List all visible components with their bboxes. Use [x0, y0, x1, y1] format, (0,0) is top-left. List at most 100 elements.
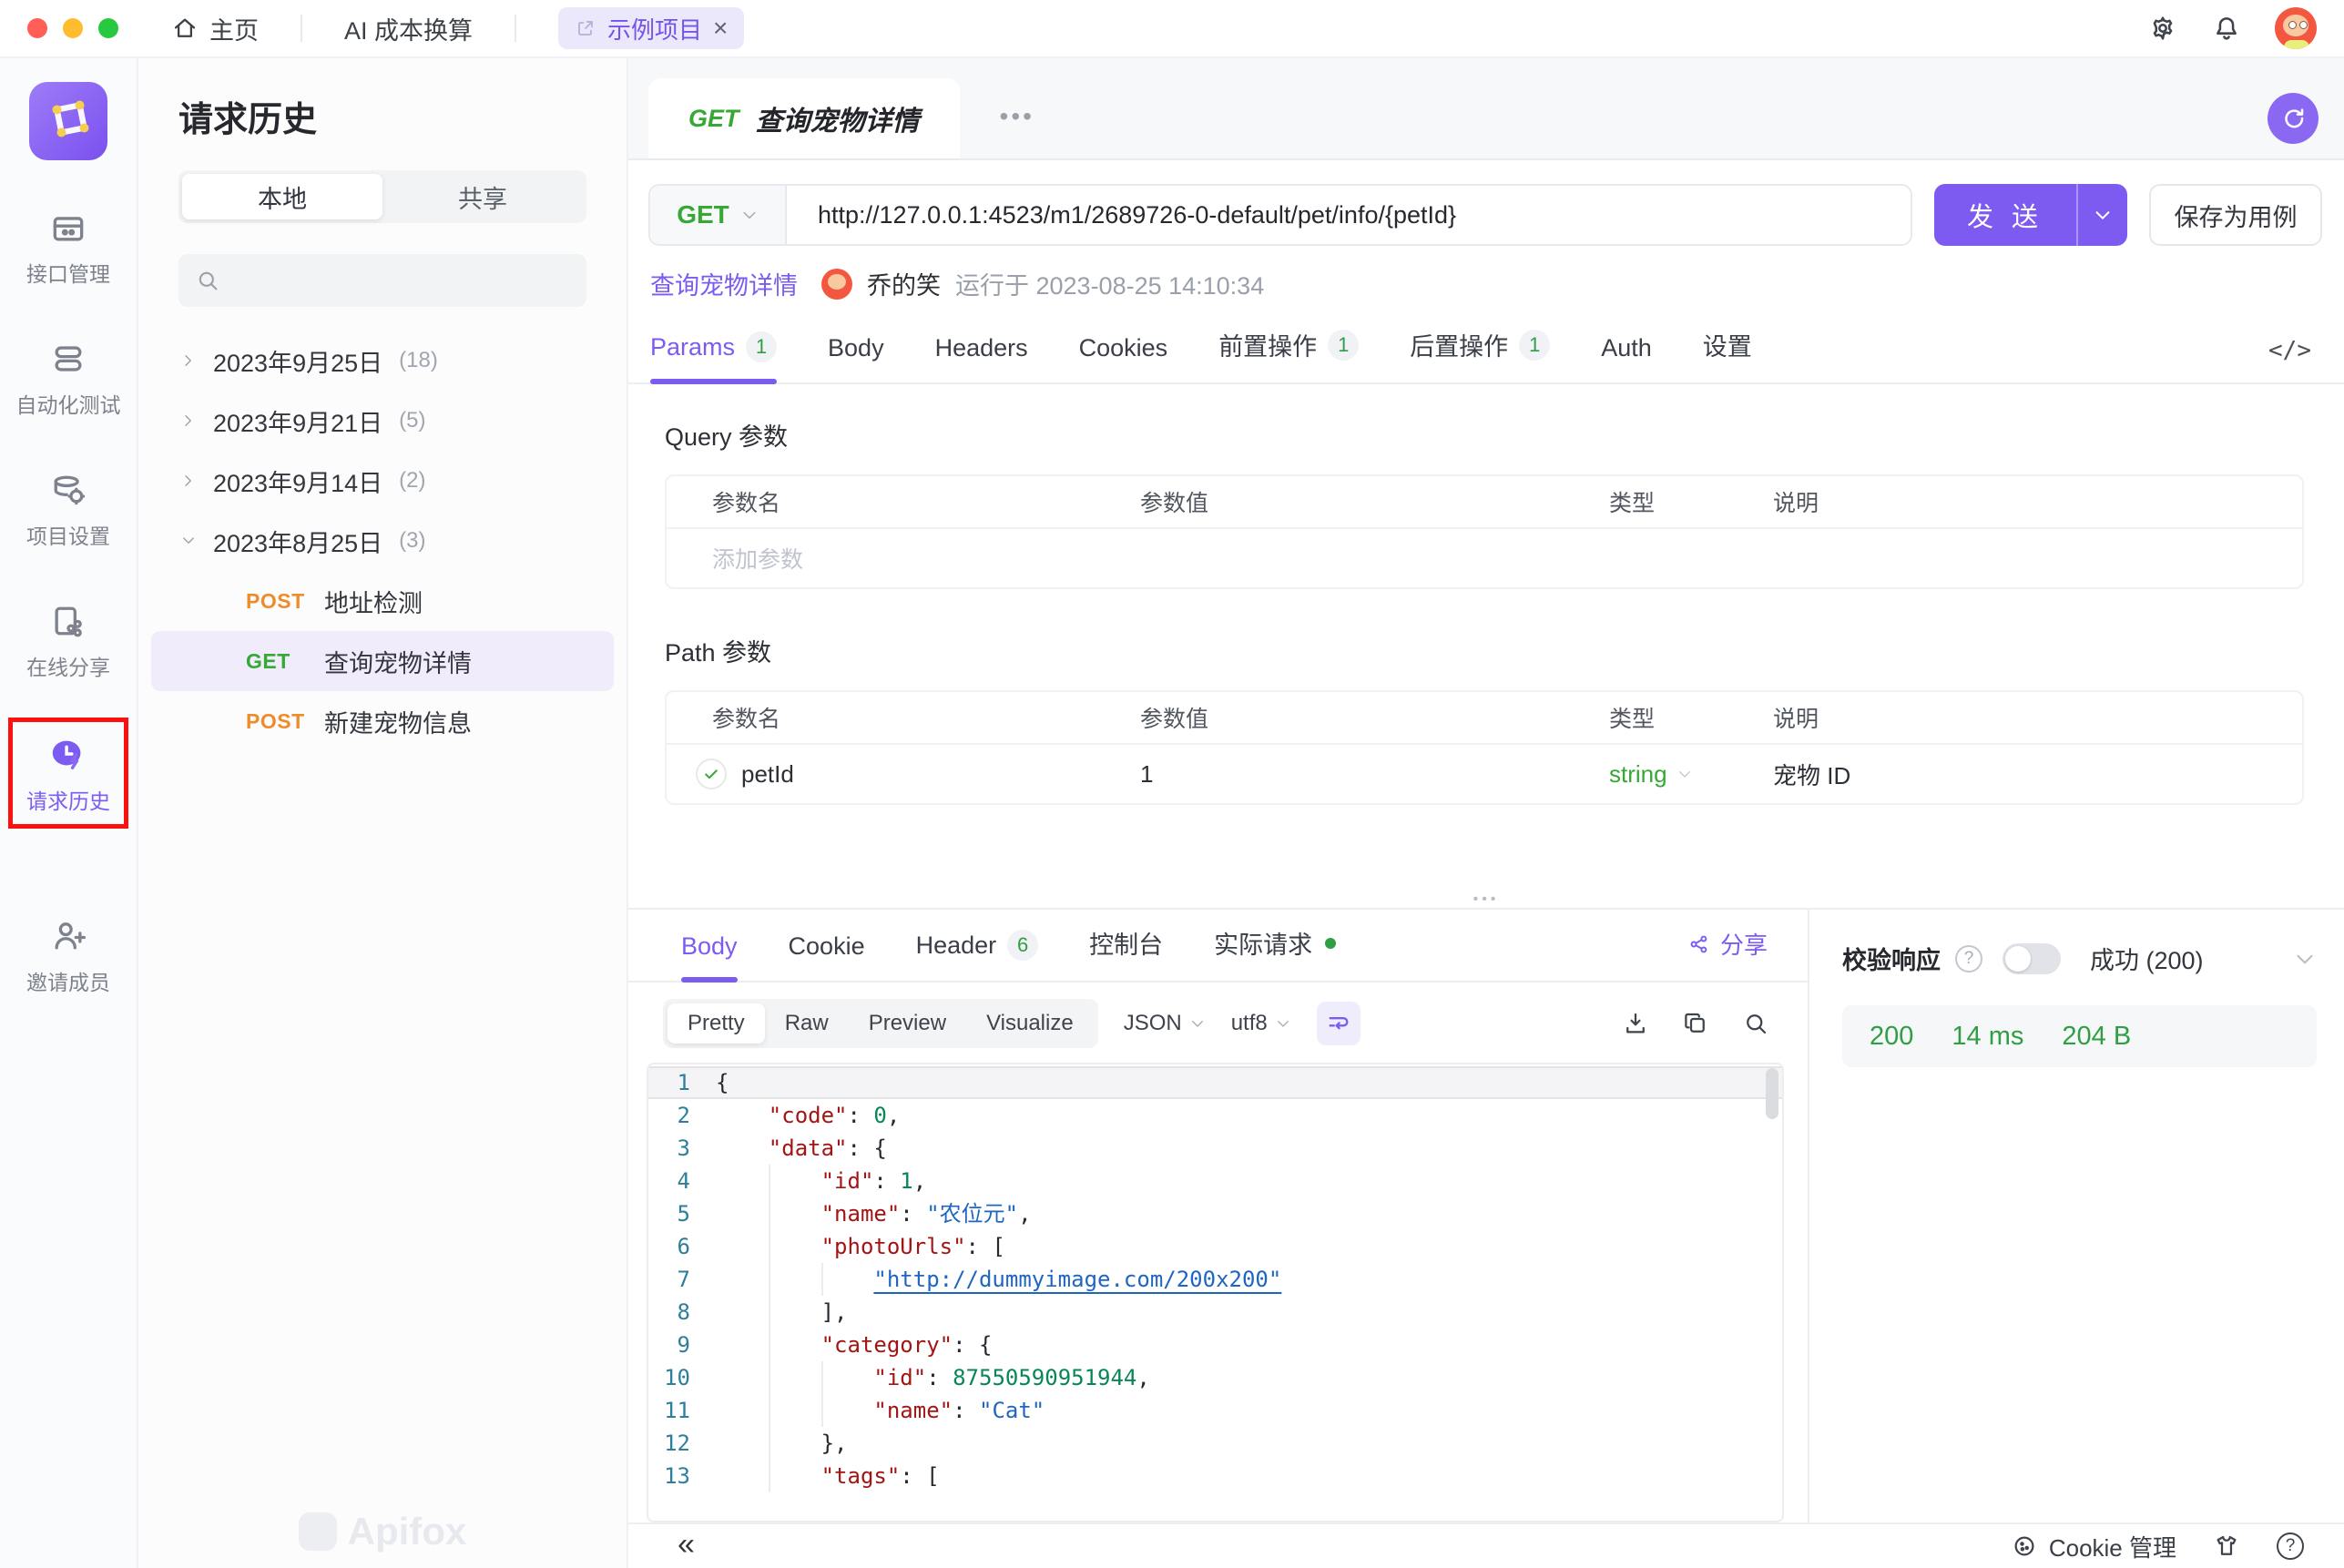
response-body-editor[interactable]: 1{2"code": 0,3"data": {4"id": 1,5"name":… [647, 1063, 1784, 1522]
sidebar-item-request-history[interactable]: 请求历史 [26, 733, 110, 815]
url-input[interactable]: http://127.0.0.1:4523/m1/2689726-0-defau… [787, 186, 1911, 244]
sidebar-item-online-share[interactable]: 在线分享 [26, 601, 110, 681]
request-tab[interactable]: GET 查询宠物详情 [648, 78, 960, 158]
sidebar-item-invite-members[interactable]: 邀请成员 [26, 916, 110, 996]
chevron-down-icon[interactable] [2293, 947, 2317, 971]
tab-headers[interactable]: Headers [935, 334, 1028, 382]
history-request-item[interactable]: POST 地址检测 [151, 571, 614, 631]
collapse-panel-icon[interactable]: « [678, 1529, 695, 1560]
table-row: petId 1 string 宠物 ID [667, 743, 2302, 803]
format-raw[interactable]: Raw [765, 1003, 849, 1044]
history-group[interactable]: 2023年9月14日 (2) [138, 451, 627, 511]
sidebar-item-label: 在线分享 [26, 650, 110, 681]
param-type-select[interactable]: string [1609, 760, 1773, 789]
cookie-icon [2011, 1532, 2038, 1560]
theme-shirt-icon[interactable] [2213, 1532, 2240, 1560]
send-button[interactable]: 发 送 [1934, 184, 2127, 246]
download-icon[interactable] [1622, 1010, 1649, 1037]
encoding-select[interactable]: utf8 [1231, 1011, 1291, 1036]
sidebar-item-automated-testing[interactable]: 自动化测试 [16, 339, 121, 419]
tab-cookies[interactable]: Cookies [1079, 334, 1168, 382]
more-tabs-icon[interactable]: ••• [1000, 102, 1034, 131]
format-preview[interactable]: Preview [849, 1003, 966, 1044]
notifications-bell-icon[interactable] [2211, 13, 2242, 44]
tab-auth[interactable]: Auth [1601, 334, 1652, 382]
maximize-window-button[interactable] [98, 18, 118, 38]
path-params-table: 参数名 参数值 类型 说明 petId 1 [665, 690, 2304, 805]
history-group[interactable]: 2023年9月21日 (5) [138, 391, 627, 451]
language-select[interactable]: JSON [1124, 1011, 1206, 1036]
method-select[interactable]: GET [650, 186, 787, 244]
window-controls[interactable] [27, 18, 118, 38]
sidebar-item-project-settings[interactable]: 项目设置 [26, 470, 110, 550]
share-icon [1687, 932, 1711, 956]
ai-cost-nav[interactable]: AI 成本换算 [344, 11, 473, 46]
user-avatar[interactable] [2275, 7, 2317, 49]
tab-response-header[interactable]: Header 6 [916, 930, 1039, 981]
close-project-tab-icon[interactable]: × [713, 15, 728, 41]
send-options-caret[interactable] [2076, 184, 2127, 246]
chevron-down-icon [180, 533, 197, 549]
history-request-item-selected[interactable]: GET 查询宠物详情 [151, 631, 614, 691]
code-line: 8], [648, 1296, 1782, 1329]
param-enabled-check[interactable] [696, 759, 727, 789]
word-wrap-toggle[interactable] [1317, 1002, 1361, 1045]
home-nav[interactable]: 主页 [171, 11, 259, 46]
settings-gear-icon[interactable] [2147, 13, 2178, 44]
tab-body[interactable]: Body [828, 334, 884, 382]
tab-settings[interactable]: 设置 [1703, 327, 1752, 382]
param-value[interactable]: 1 [1140, 760, 1609, 789]
tab-response-body[interactable]: Body [681, 932, 738, 981]
code-line: 11"name": "Cat" [648, 1394, 1782, 1427]
code-line: 6"photoUrls": [ [648, 1230, 1782, 1263]
path-params-title: Path 参数 [665, 633, 2304, 668]
cookie-manager-button[interactable]: Cookie 管理 [2011, 1530, 2176, 1563]
add-param-row[interactable]: 添加参数 [667, 527, 2302, 587]
tab-shared[interactable]: 共享 [382, 174, 583, 219]
run-timestamp: 运行于 2023-08-25 14:10:34 [955, 266, 1264, 301]
history-group[interactable]: 2023年8月25日 (3) [138, 511, 627, 571]
tab-response-cookie[interactable]: Cookie [789, 932, 865, 981]
params-count-badge: 1 [746, 331, 777, 362]
tab-local[interactable]: 本地 [182, 174, 382, 219]
help-icon[interactable]: ? [2277, 1532, 2304, 1560]
app-logo[interactable] [29, 82, 107, 160]
sidebar-item-api-management[interactable]: 接口管理 [26, 208, 110, 288]
validate-response-toggle[interactable] [2003, 943, 2061, 974]
tab-params[interactable]: Params 1 [650, 331, 777, 382]
sync-button[interactable] [2268, 93, 2319, 144]
tab-actual-request[interactable]: 实际请求 [1214, 925, 1336, 981]
scrollbar-thumb[interactable] [1766, 1068, 1778, 1119]
format-visualize[interactable]: Visualize [966, 1003, 1094, 1044]
history-group[interactable]: 2023年9月25日 (18) [138, 331, 627, 391]
request-name-link[interactable]: 查询宠物详情 [650, 266, 798, 301]
share-button[interactable]: 分享 [1687, 927, 1768, 981]
tab-pre-operations[interactable]: 前置操作 1 [1218, 327, 1359, 382]
code-view-icon[interactable]: </> [2268, 337, 2311, 382]
chevron-down-icon [2093, 205, 2113, 225]
history-request-item[interactable]: POST 新建宠物信息 [151, 691, 614, 751]
code-line: 13"tags": [ [648, 1460, 1782, 1492]
copy-icon[interactable] [1682, 1010, 1709, 1037]
help-icon[interactable]: ? [1955, 945, 1982, 972]
minimize-window-button[interactable] [63, 18, 83, 38]
tab-post-operations[interactable]: 后置操作 1 [1410, 327, 1550, 382]
request-tab-title: 查询宠物详情 [756, 98, 920, 138]
code-line: 2"code": 0, [648, 1099, 1782, 1132]
history-search-input[interactable] [178, 254, 586, 307]
sidebar-item-label: 自动化测试 [16, 388, 121, 419]
tab-console[interactable]: 控制台 [1089, 925, 1163, 981]
resize-handle[interactable]: ••• [1473, 891, 1500, 908]
response-stats: 200 14 ms 204 B [1842, 1005, 2317, 1067]
save-as-case-button[interactable]: 保存为用例 [2149, 184, 2322, 246]
highlight-red-box: 请求历史 [8, 718, 128, 829]
format-pretty[interactable]: Pretty [668, 1003, 765, 1044]
param-desc[interactable]: 宠物 ID [1773, 758, 2302, 791]
chevron-down-icon [1676, 766, 1693, 782]
param-name[interactable]: petId [741, 760, 794, 789]
close-window-button[interactable] [27, 18, 47, 38]
search-icon[interactable] [1742, 1010, 1769, 1037]
project-tab[interactable]: 示例项目 × [558, 7, 744, 49]
chevron-down-icon [740, 206, 759, 224]
document-tab-strip: GET 查询宠物详情 ••• [628, 58, 2344, 160]
